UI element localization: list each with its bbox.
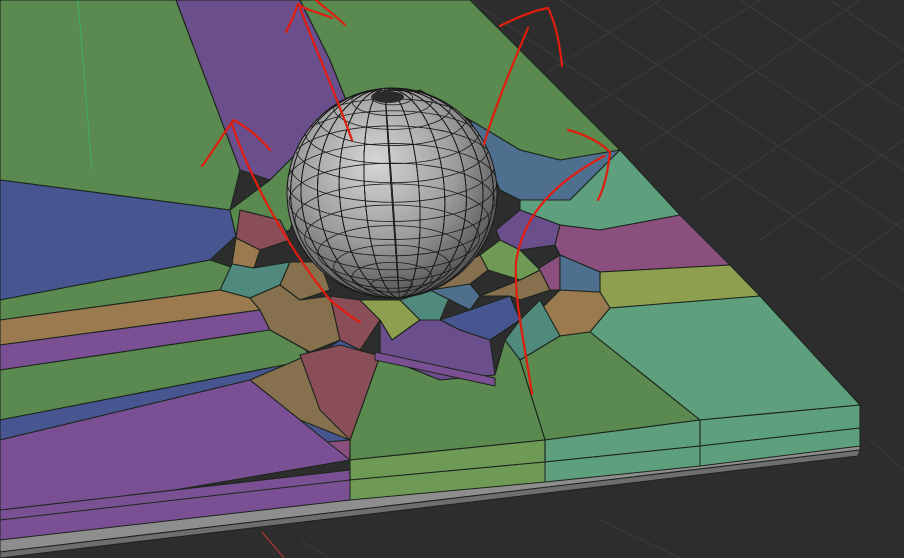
3d-viewport[interactable] bbox=[0, 0, 904, 558]
sphere-pole bbox=[372, 91, 404, 103]
sphere-surface[interactable] bbox=[287, 88, 497, 298]
scene-canvas[interactable] bbox=[0, 0, 904, 558]
x-axis-line bbox=[261, 531, 285, 558]
